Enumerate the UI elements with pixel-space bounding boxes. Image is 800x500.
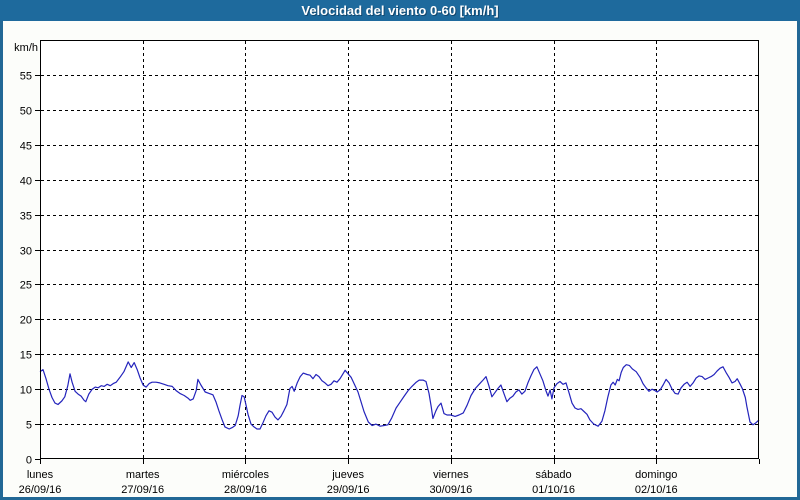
y-tick-label: 5 <box>26 420 32 432</box>
y-tick-label: 0 <box>26 455 32 467</box>
y-tick-label: 20 <box>20 315 32 327</box>
y-tick-label: 25 <box>20 280 32 292</box>
x-date-label: 30/09/16 <box>429 484 472 496</box>
y-tick-label: 55 <box>20 71 32 83</box>
y-tick-label: 30 <box>20 246 32 258</box>
x-day-label: miércoles <box>222 469 270 481</box>
x-day-label: martes <box>126 469 160 481</box>
x-date-label: 27/09/16 <box>121 484 164 496</box>
y-tick-label: 35 <box>20 211 32 223</box>
y-tick-label: 45 <box>20 141 32 153</box>
x-date-label: 28/09/16 <box>224 484 267 496</box>
x-day-label: domingo <box>635 469 677 481</box>
x-day-label: sábado <box>536 469 572 481</box>
y-axis-unit-label: km/h <box>14 42 38 54</box>
x-day-label: lunes <box>27 469 54 481</box>
y-tick-label: 10 <box>20 385 32 397</box>
y-tick-label: 40 <box>20 176 32 188</box>
y-tick-label: 50 <box>20 106 32 118</box>
app-window: Velocidad del viento 0-60 [km/h] 0 5 10 15 2… <box>0 0 800 500</box>
plot-area <box>40 40 759 459</box>
x-date-label: 01/10/16 <box>532 484 575 496</box>
x-date-label: 02/10/16 <box>635 484 678 496</box>
wind-speed-chart: 0 5 10 15 20 25 30 35 40 45 50 55 km/h lunes 26/09/16 m… <box>14 40 760 496</box>
x-day-label: jueves <box>331 469 364 481</box>
x-date-label: 29/09/16 <box>327 484 370 496</box>
x-date-label: 26/09/16 <box>19 484 62 496</box>
y-tick-label: 15 <box>20 350 32 362</box>
x-day-label: viernes <box>433 469 469 481</box>
